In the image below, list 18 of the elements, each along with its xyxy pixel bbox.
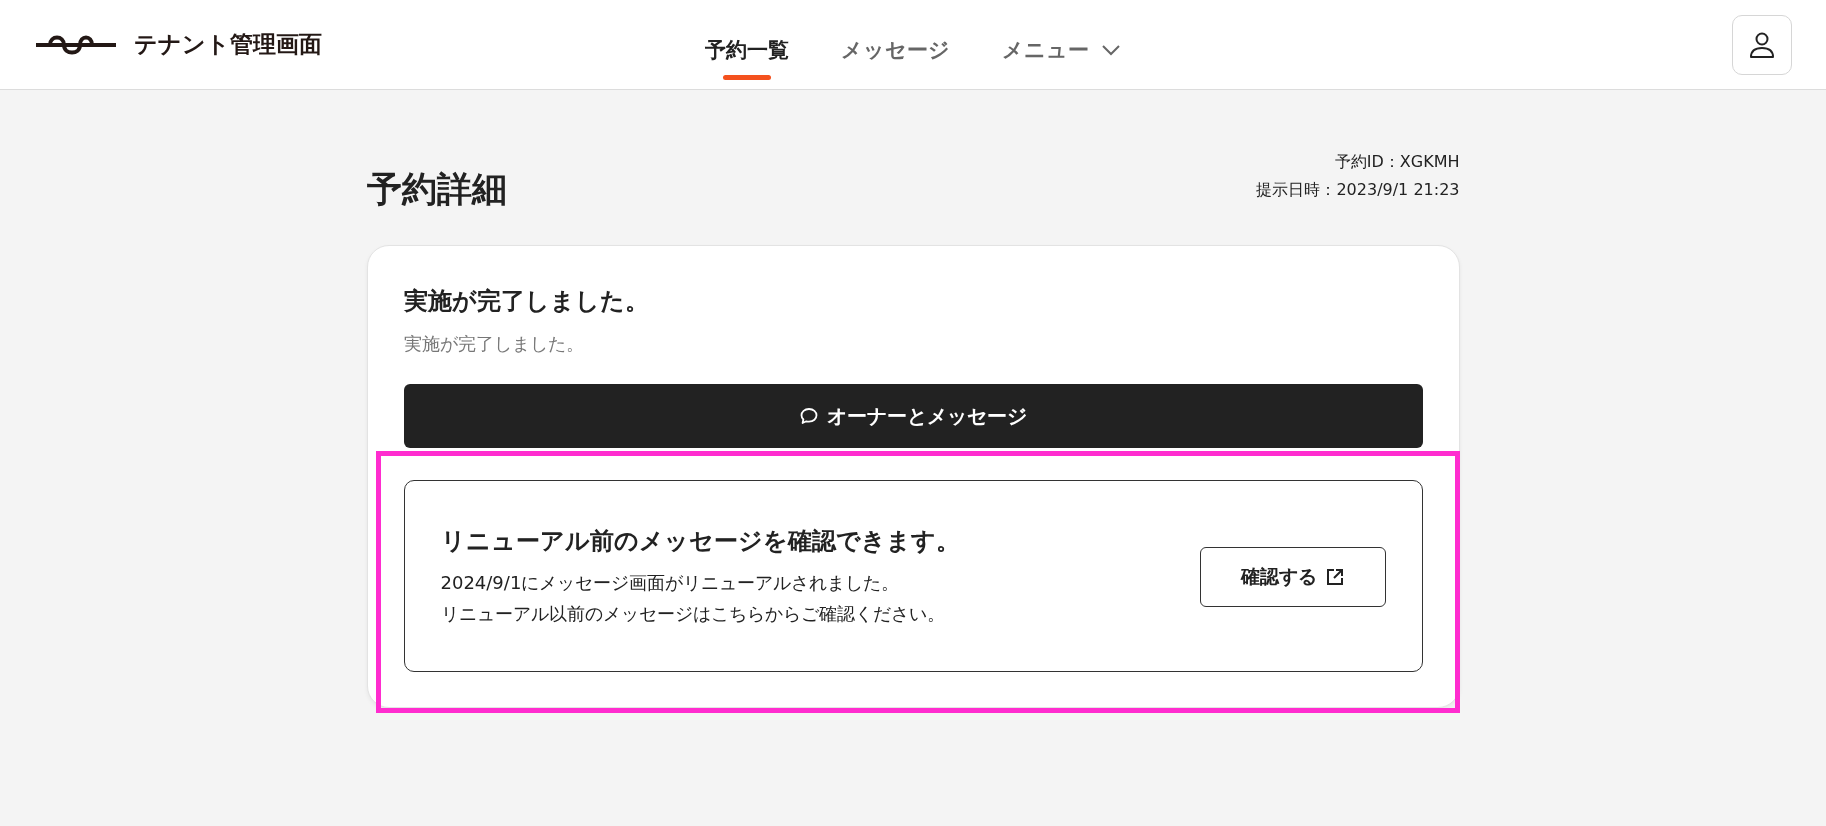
notice-text: 2024/9/1にメッセージ画面がリニューアルされました。 xyxy=(440,571,901,595)
meta-text: 提示日時：2023/9/1 21:23 xyxy=(1256,179,1460,201)
external-link-icon xyxy=(1324,567,1345,587)
notice-title: リニューアル前のメッセージを確認できます。 xyxy=(440,526,960,557)
nav-tab[interactable]: メニュー xyxy=(1002,21,1121,80)
user-button[interactable] xyxy=(1732,14,1792,75)
status-heading: 実施が完了しました。 xyxy=(403,286,650,317)
notice-text: リニューアル以前のメッセージはこちらからご確認ください。 xyxy=(440,602,946,626)
nav-tab[interactable]: 予約一覧 xyxy=(705,21,789,80)
nav-tab[interactable]: メッセージ xyxy=(841,21,950,80)
app-title: テナント管理画面 xyxy=(134,30,322,59)
message-owner-button[interactable]: オーナーとメッセージ xyxy=(403,384,1423,448)
user-icon xyxy=(1749,30,1775,59)
meta-text: 予約ID：XGKMH xyxy=(1333,151,1460,173)
page-title: 予約詳細 xyxy=(366,168,507,211)
confirm-button[interactable]: 確認する xyxy=(1199,547,1386,607)
speech-bubble-icon xyxy=(799,406,819,426)
status-description: 実施が完了しました。 xyxy=(403,332,585,356)
